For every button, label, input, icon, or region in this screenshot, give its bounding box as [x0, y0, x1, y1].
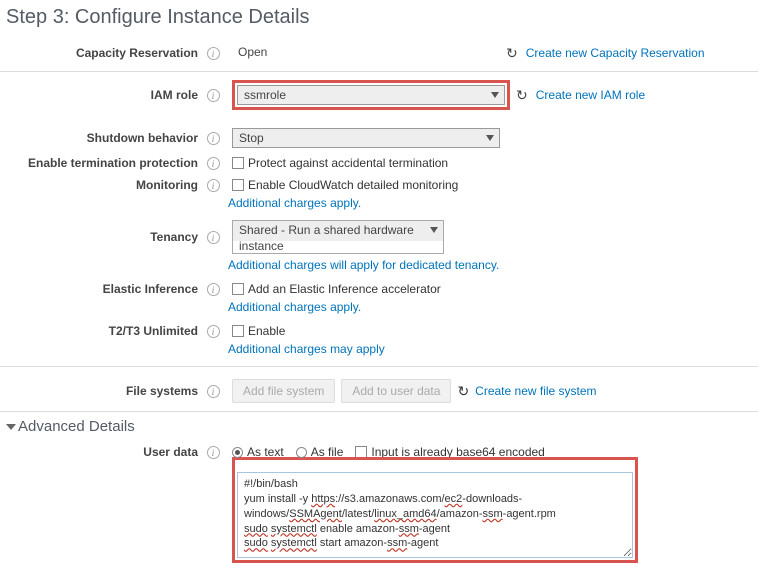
termprot-checkbox[interactable]: [232, 157, 244, 169]
info-icon[interactable]: i: [207, 283, 220, 296]
info-icon[interactable]: i: [207, 446, 220, 459]
t2t3-charges-link[interactable]: Additional charges may apply: [228, 342, 758, 356]
userdata-radio-file[interactable]: [296, 447, 307, 458]
label-t2t3: T2/T3 Unlimited: [4, 324, 204, 338]
page-title: Step 3: Configure Instance Details: [6, 6, 758, 29]
caret-down-icon: [6, 424, 16, 430]
userdata-radio-text[interactable]: [232, 447, 243, 458]
t2t3-checkbox[interactable]: [232, 325, 244, 337]
tenancy-charges-link[interactable]: Additional charges will apply for dedica…: [228, 258, 758, 272]
create-fs-link[interactable]: Create new file system: [475, 384, 596, 398]
info-icon[interactable]: i: [207, 231, 220, 244]
info-icon[interactable]: i: [207, 157, 220, 170]
label-fs: File systems: [4, 384, 204, 398]
userdata-textarea[interactable]: #!/bin/bash yum install -y https://s3.am…: [237, 472, 633, 558]
elastic-checkbox[interactable]: [232, 283, 244, 295]
info-icon[interactable]: i: [207, 47, 220, 60]
userdata-highlight: #!/bin/bash yum install -y https://s3.am…: [232, 457, 638, 563]
info-icon[interactable]: i: [207, 179, 220, 192]
create-capacity-link[interactable]: Create new Capacity Reservation: [526, 46, 705, 60]
label-userdata: User data: [4, 445, 204, 459]
row-capacity: Capacity Reservation i Open ↻ Create new…: [0, 39, 758, 67]
termprot-cb-label: Protect against accidental termination: [248, 156, 448, 170]
monitor-charges-link[interactable]: Additional charges apply.: [228, 196, 758, 210]
label-shutdown: Shutdown behavior: [4, 131, 204, 145]
monitor-cb-label: Enable CloudWatch detailed monitoring: [248, 178, 458, 192]
monitor-checkbox[interactable]: [232, 179, 244, 191]
label-capacity: Capacity Reservation: [4, 46, 204, 60]
elastic-charges-link[interactable]: Additional charges apply.: [228, 300, 758, 314]
t2t3-cb-label: Enable: [248, 324, 285, 338]
row-elastic: Elastic Inference i Add an Elastic Infer…: [0, 278, 758, 300]
info-icon[interactable]: i: [207, 325, 220, 338]
label-tenancy: Tenancy: [4, 230, 204, 244]
iam-highlight: ssmrole: [232, 80, 510, 110]
refresh-icon[interactable]: ↻: [506, 45, 518, 62]
label-iam: IAM role: [4, 88, 204, 102]
info-icon[interactable]: i: [207, 385, 220, 398]
create-iam-link[interactable]: Create new IAM role: [536, 88, 645, 102]
capacity-select[interactable]: Open: [232, 43, 500, 63]
tenancy-select[interactable]: Shared - Run a shared hardware instance: [233, 221, 443, 241]
label-elastic: Elastic Inference: [4, 282, 204, 296]
row-monitor: Monitoring i Enable CloudWatch detailed …: [0, 174, 758, 196]
row-tenancy: Tenancy i Shared - Run a shared hardware…: [0, 216, 758, 258]
row-fs: File systems i Add file system Add to us…: [0, 371, 758, 411]
refresh-icon[interactable]: ↻: [516, 87, 528, 104]
add-userdata-button: Add to user data: [341, 379, 451, 403]
info-icon[interactable]: i: [207, 89, 220, 102]
advanced-details-title: Advanced Details: [18, 418, 135, 435]
row-termprot: Enable termination protection i Protect …: [0, 152, 758, 174]
advanced-details-toggle[interactable]: Advanced Details: [0, 411, 758, 441]
label-monitor: Monitoring: [4, 178, 204, 192]
iam-select[interactable]: ssmrole: [237, 85, 505, 105]
row-t2t3: T2/T3 Unlimited i Enable: [0, 320, 758, 342]
info-icon[interactable]: i: [207, 132, 220, 145]
refresh-icon[interactable]: ↻: [457, 383, 469, 400]
row-shutdown: Shutdown behavior i Stop: [0, 124, 758, 152]
row-iam: IAM role i ssmrole ↻ Create new IAM role: [0, 76, 758, 114]
row-userdata-text: #!/bin/bash yum install -y https://s3.am…: [0, 453, 758, 567]
shutdown-select[interactable]: Stop: [232, 128, 500, 148]
label-termprot: Enable termination protection: [4, 156, 204, 170]
elastic-cb-label: Add an Elastic Inference accelerator: [248, 282, 441, 296]
add-fs-button: Add file system: [232, 379, 335, 403]
